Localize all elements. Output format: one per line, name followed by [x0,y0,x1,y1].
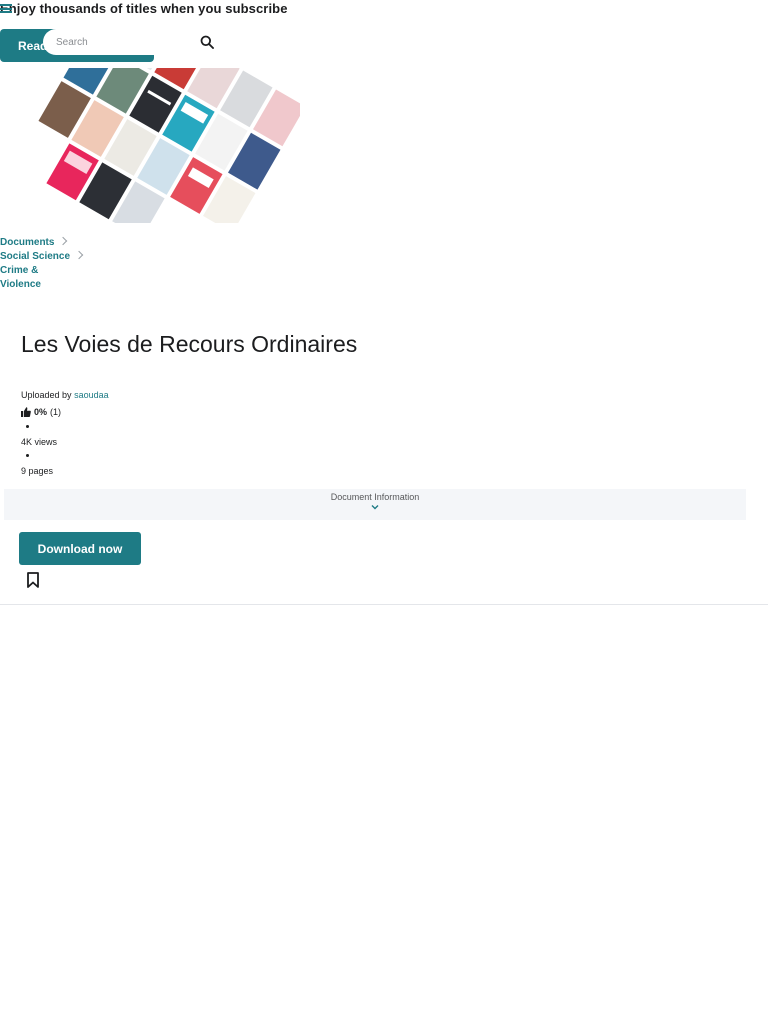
search-bar [43,29,223,55]
uploaded-by-label: Uploaded by [21,390,72,400]
book-covers-image [15,68,300,223]
separator-dot [26,454,29,457]
divider [0,604,768,605]
promo-heading: Enjoy thousands of titles when you subsc… [0,1,288,16]
breadcrumb-label: Social Science [0,251,71,262]
breadcrumb-label: Documents [0,237,55,248]
thumbs-up-icon[interactable] [21,407,31,417]
chevron-right-icon [74,250,84,260]
pages-count: 9 pages [21,466,54,476]
breadcrumb-item-crime-violence[interactable]: Crime & Violence [0,264,48,292]
search-icon[interactable] [200,35,214,49]
breadcrumb-item-documents[interactable]: Documents [0,236,82,250]
search-input[interactable] [56,33,196,51]
rating-count: (1) [50,407,62,417]
document-title: Les Voies de Recours Ordinaires [21,331,358,357]
breadcrumb-label: Crime & Violence [0,265,41,290]
document-information-label: Document Information [330,492,420,502]
rating: 0% (1) [21,407,61,417]
download-now-button[interactable]: Download now [19,532,141,565]
uploader-info: Uploaded by saoudaa [21,390,109,400]
uploader-link[interactable]: saoudaa [74,390,109,400]
menu-icon[interactable] [0,4,12,13]
separator-dot [26,425,29,428]
breadcrumb: Documents Social Science Crime & Violenc… [0,236,84,292]
rating-percent: 0% [34,407,48,417]
breadcrumb-item-social-science[interactable]: Social Science [0,250,84,264]
document-information-toggle[interactable]: Document Information [4,489,746,520]
chevron-down-icon [371,505,379,510]
views-count: 4K views [21,437,58,447]
chevron-right-icon [59,236,68,246]
bookmark-icon[interactable] [26,572,40,588]
